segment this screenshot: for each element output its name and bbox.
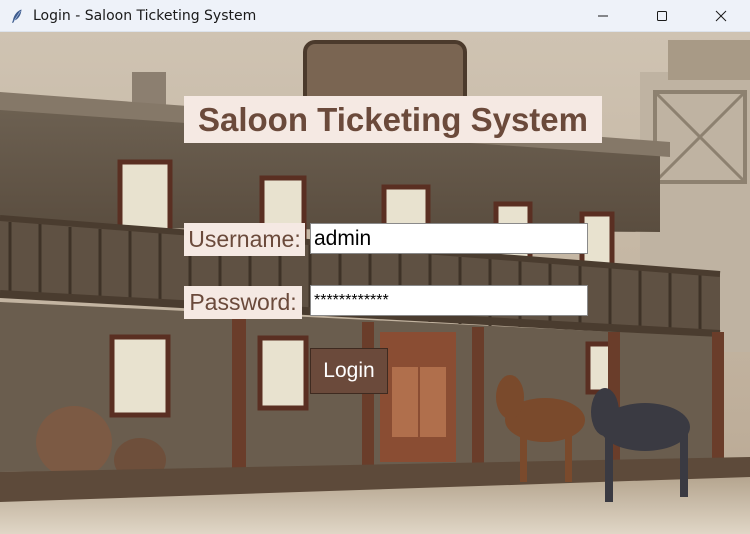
close-button[interactable] (691, 0, 750, 32)
window-controls (573, 0, 750, 32)
minimize-icon (597, 15, 608, 17)
minimize-button[interactable] (573, 0, 632, 32)
username-input[interactable] (310, 223, 588, 254)
close-icon (715, 10, 726, 22)
password-input[interactable] (310, 285, 588, 316)
password-label: Password: (184, 286, 302, 319)
app-heading: Saloon Ticketing System (184, 96, 602, 143)
maximize-icon (656, 11, 667, 21)
username-label: Username: (184, 223, 305, 256)
login-button[interactable]: Login (310, 348, 388, 394)
maximize-button[interactable] (632, 0, 691, 32)
feather-icon (9, 8, 25, 24)
window-titlebar: Login - Saloon Ticketing System (0, 0, 750, 32)
window-title: Login - Saloon Ticketing System (33, 7, 257, 24)
